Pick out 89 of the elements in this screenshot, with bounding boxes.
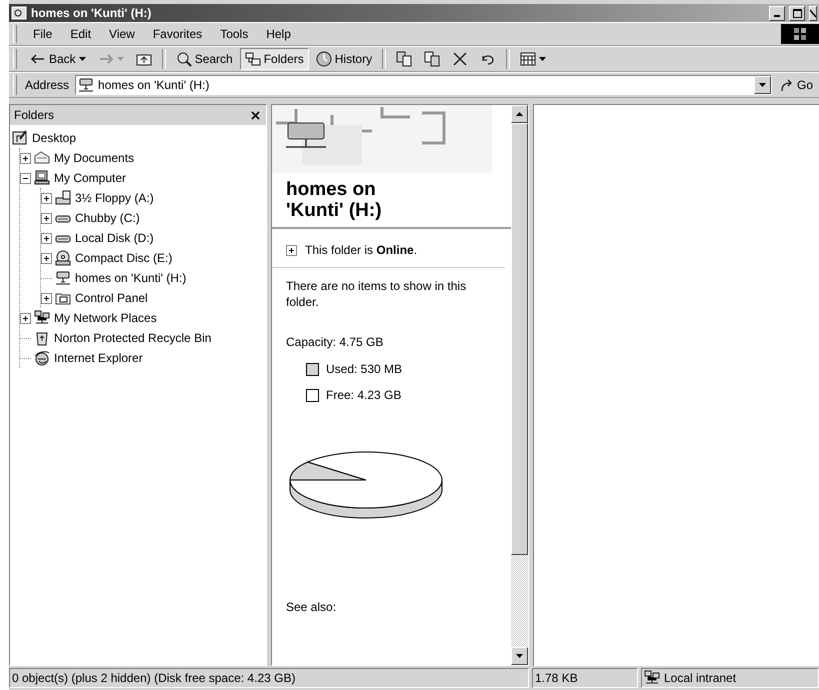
collapse-toggle[interactable] [20,172,31,184]
status-text: 0 object(s) (plus 2 hidden) (Disk free space: 4.23 GB) [9,668,529,688]
floppy-drive-icon [55,190,71,206]
expand-toggle[interactable] [286,244,297,256]
status-size: 1.78 KB [532,668,638,688]
expand-toggle[interactable] [41,232,52,244]
expand-toggle[interactable] [41,212,52,224]
tree-item[interactable]: Compact Disc (E:) [74,251,174,265]
tree-item[interactable]: Internet Explorer [53,351,144,365]
menu-item[interactable]: Edit [62,25,100,43]
history-button[interactable]: History [310,48,378,70]
expand-toggle[interactable] [20,312,31,324]
copy-to-icon [424,51,440,67]
close-icon [810,8,816,18]
go-arrow-icon [780,78,794,92]
back-button[interactable]: Back [25,48,91,70]
scroll-up-icon [516,112,523,116]
computer-icon [34,170,50,186]
plus-icon [288,246,295,254]
empty-message: There are no items to show in this folder. [285,278,468,310]
see-also-label: See also: [285,599,338,615]
expand-toggle[interactable] [41,192,52,204]
cd-drive-icon [55,250,71,266]
expand-toggle[interactable] [41,292,52,304]
legend-label: Used: 530 MB [326,362,402,376]
plus-icon [43,194,50,202]
window-title: homes on 'Kunti' (H:) [31,6,152,20]
menu-item[interactable]: Tools [212,25,256,43]
views-icon [520,51,536,67]
tree-item[interactable]: Control Panel [74,291,149,305]
scroll-thumb[interactable] [511,123,528,555]
tree-item[interactable]: Norton Protected Recycle Bin [53,331,212,345]
pane-title: Folders [14,108,54,122]
menu-item[interactable]: View [101,25,143,43]
plus-icon [22,314,29,322]
folder-tree-icon [244,51,261,67]
zone-label: Local intranet [664,671,736,685]
move-to-icon [396,51,412,67]
plus-icon [43,254,50,262]
clock-icon [316,51,332,67]
scroll-down-button[interactable] [511,647,528,665]
maximize-button[interactable] [789,6,805,20]
maximize-icon [792,8,802,18]
tree-item[interactable]: Desktop [31,131,78,145]
caret-icon [78,57,86,61]
capacity-text: Capacity: 4.75 GB [285,334,384,350]
tree-item[interactable]: 3½ Floppy (A:) [74,191,155,205]
caret-icon [758,83,766,87]
expand-toggle[interactable] [20,152,31,164]
caret-icon [539,57,546,61]
close-button[interactable] [809,6,817,20]
browser-icon [34,350,50,366]
tree-item[interactable]: My Computer [53,171,128,185]
folder-icon [34,150,50,166]
tree-item[interactable]: Local Disk (D:) [74,231,155,245]
tree-item[interactable]: homes on 'Kunti' (H:) [74,271,188,285]
minimize-button[interactable] [769,6,785,20]
search-icon [176,51,192,67]
expand-toggle[interactable] [41,252,52,264]
go-button[interactable]: Go [774,78,819,92]
menu-item[interactable]: File [25,25,60,43]
plus-icon [43,234,50,242]
scroll-down-icon [516,654,523,658]
plus-icon [43,294,50,302]
address-field[interactable]: homes on 'Kunti' (H:) [75,75,772,95]
menu-item[interactable]: Help [258,25,299,43]
folders-button[interactable]: Folders [240,48,309,70]
search-button[interactable]: Search [170,48,238,70]
desktop-icon [12,130,28,146]
tree-item[interactable]: My Network Places [53,311,158,325]
explorer-icon [11,5,27,21]
menu-item[interactable]: Favorites [144,25,210,43]
network-drive-icon [55,270,71,286]
dropdown-button[interactable] [754,76,771,94]
network-drive-icon [78,77,94,93]
windows-flag-icon [793,27,807,41]
plus-icon [43,214,50,222]
online-status: This folder is Online. [305,243,418,257]
address-label: Address [25,78,70,92]
tree-item[interactable]: My Documents [53,151,136,165]
delete-icon [452,51,468,67]
scroll-up-button[interactable] [511,105,528,123]
tree-item[interactable]: Chubby (C:) [74,211,141,225]
network-icon [644,670,660,686]
recycle-bin-icon [34,330,50,346]
network-icon [34,310,50,326]
legend-label: Free: 4.23 GB [326,388,402,402]
caret-icon [116,57,124,61]
plus-icon [22,154,29,162]
